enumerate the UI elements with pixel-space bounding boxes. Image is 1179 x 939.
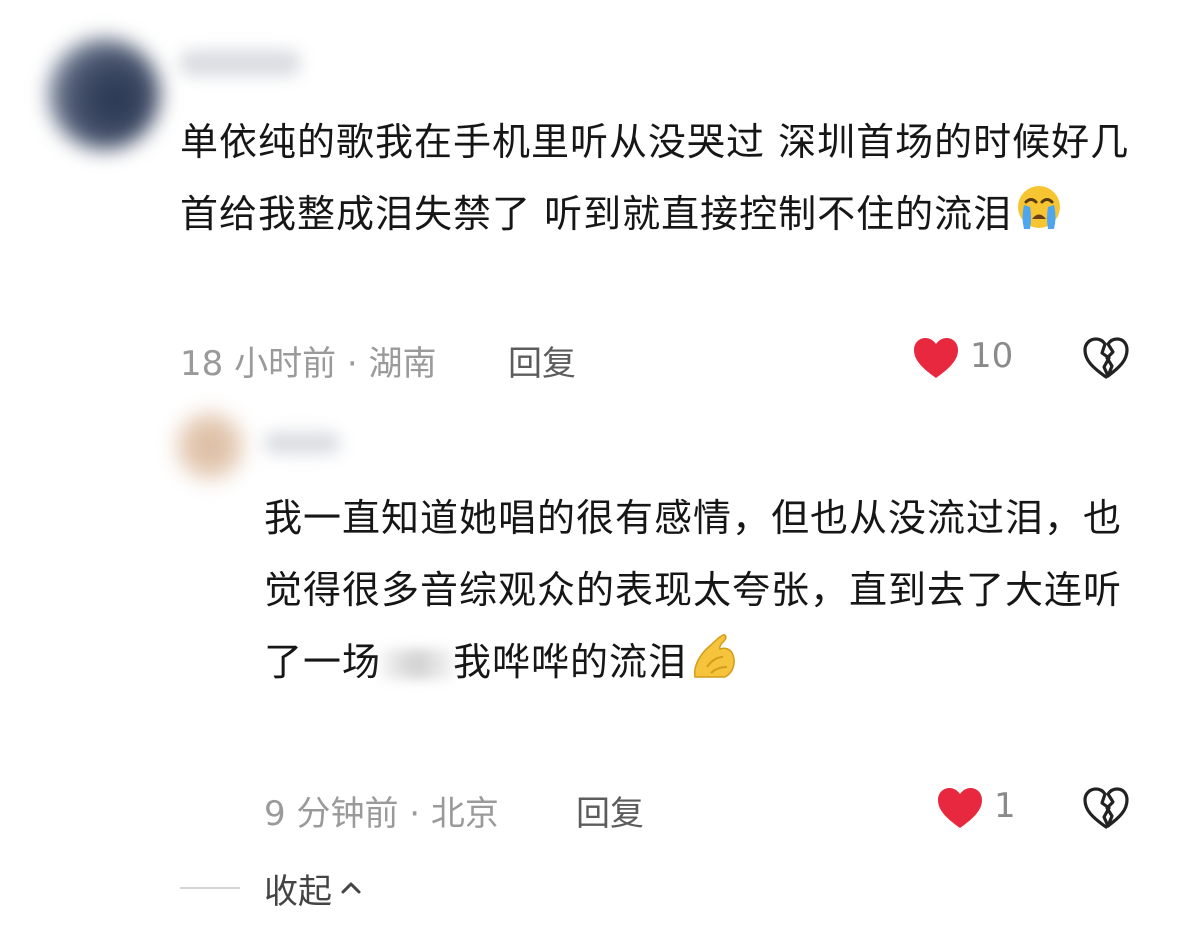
like-count: 1 [994, 786, 1016, 826]
username-redacted[interactable] [180, 50, 300, 76]
redacted-emoji [381, 649, 454, 679]
heart-icon[interactable] [912, 336, 960, 384]
reply-button[interactable]: 回复 [508, 336, 576, 385]
heart-icon[interactable] [936, 786, 984, 834]
reply-button[interactable]: 回复 [576, 786, 644, 835]
reply-avatar[interactable] [176, 412, 244, 480]
crying-face-icon [1014, 183, 1064, 256]
divider [180, 887, 240, 889]
broken-heart-icon[interactable] [1082, 336, 1130, 384]
chevron-up-icon [340, 881, 362, 895]
reply-text: 我一直知道她唱的很有感情，但也从没流过泪，也觉得很多音综观众的表现太夸张，直到去… [264, 482, 1144, 772]
collapse-replies[interactable]: 收起 [180, 858, 362, 918]
collapse-label: 收起 [264, 871, 332, 912]
reply-username-redacted[interactable] [264, 432, 340, 454]
reply-body-part2: 我哗哗的流泪 [453, 640, 688, 684]
comment-body: 单依纯的歌我在手机里听从没哭过 深圳首场的时候好几首给我整成泪失禁了 听到就直接… [180, 120, 1130, 236]
comment-text: 单依纯的歌我在手机里听从没哭过 深圳首场的时候好几首给我整成泪失禁了 听到就直接… [180, 106, 1130, 256]
like-count: 10 [970, 336, 1014, 376]
comment-meta: 18 小时前 · 湖南 [180, 344, 437, 384]
pinched-fingers-icon [689, 631, 741, 772]
avatar[interactable] [48, 38, 160, 150]
broken-heart-icon[interactable] [1082, 786, 1130, 834]
reply-meta: 9 分钟前 · 北京 [264, 794, 499, 834]
